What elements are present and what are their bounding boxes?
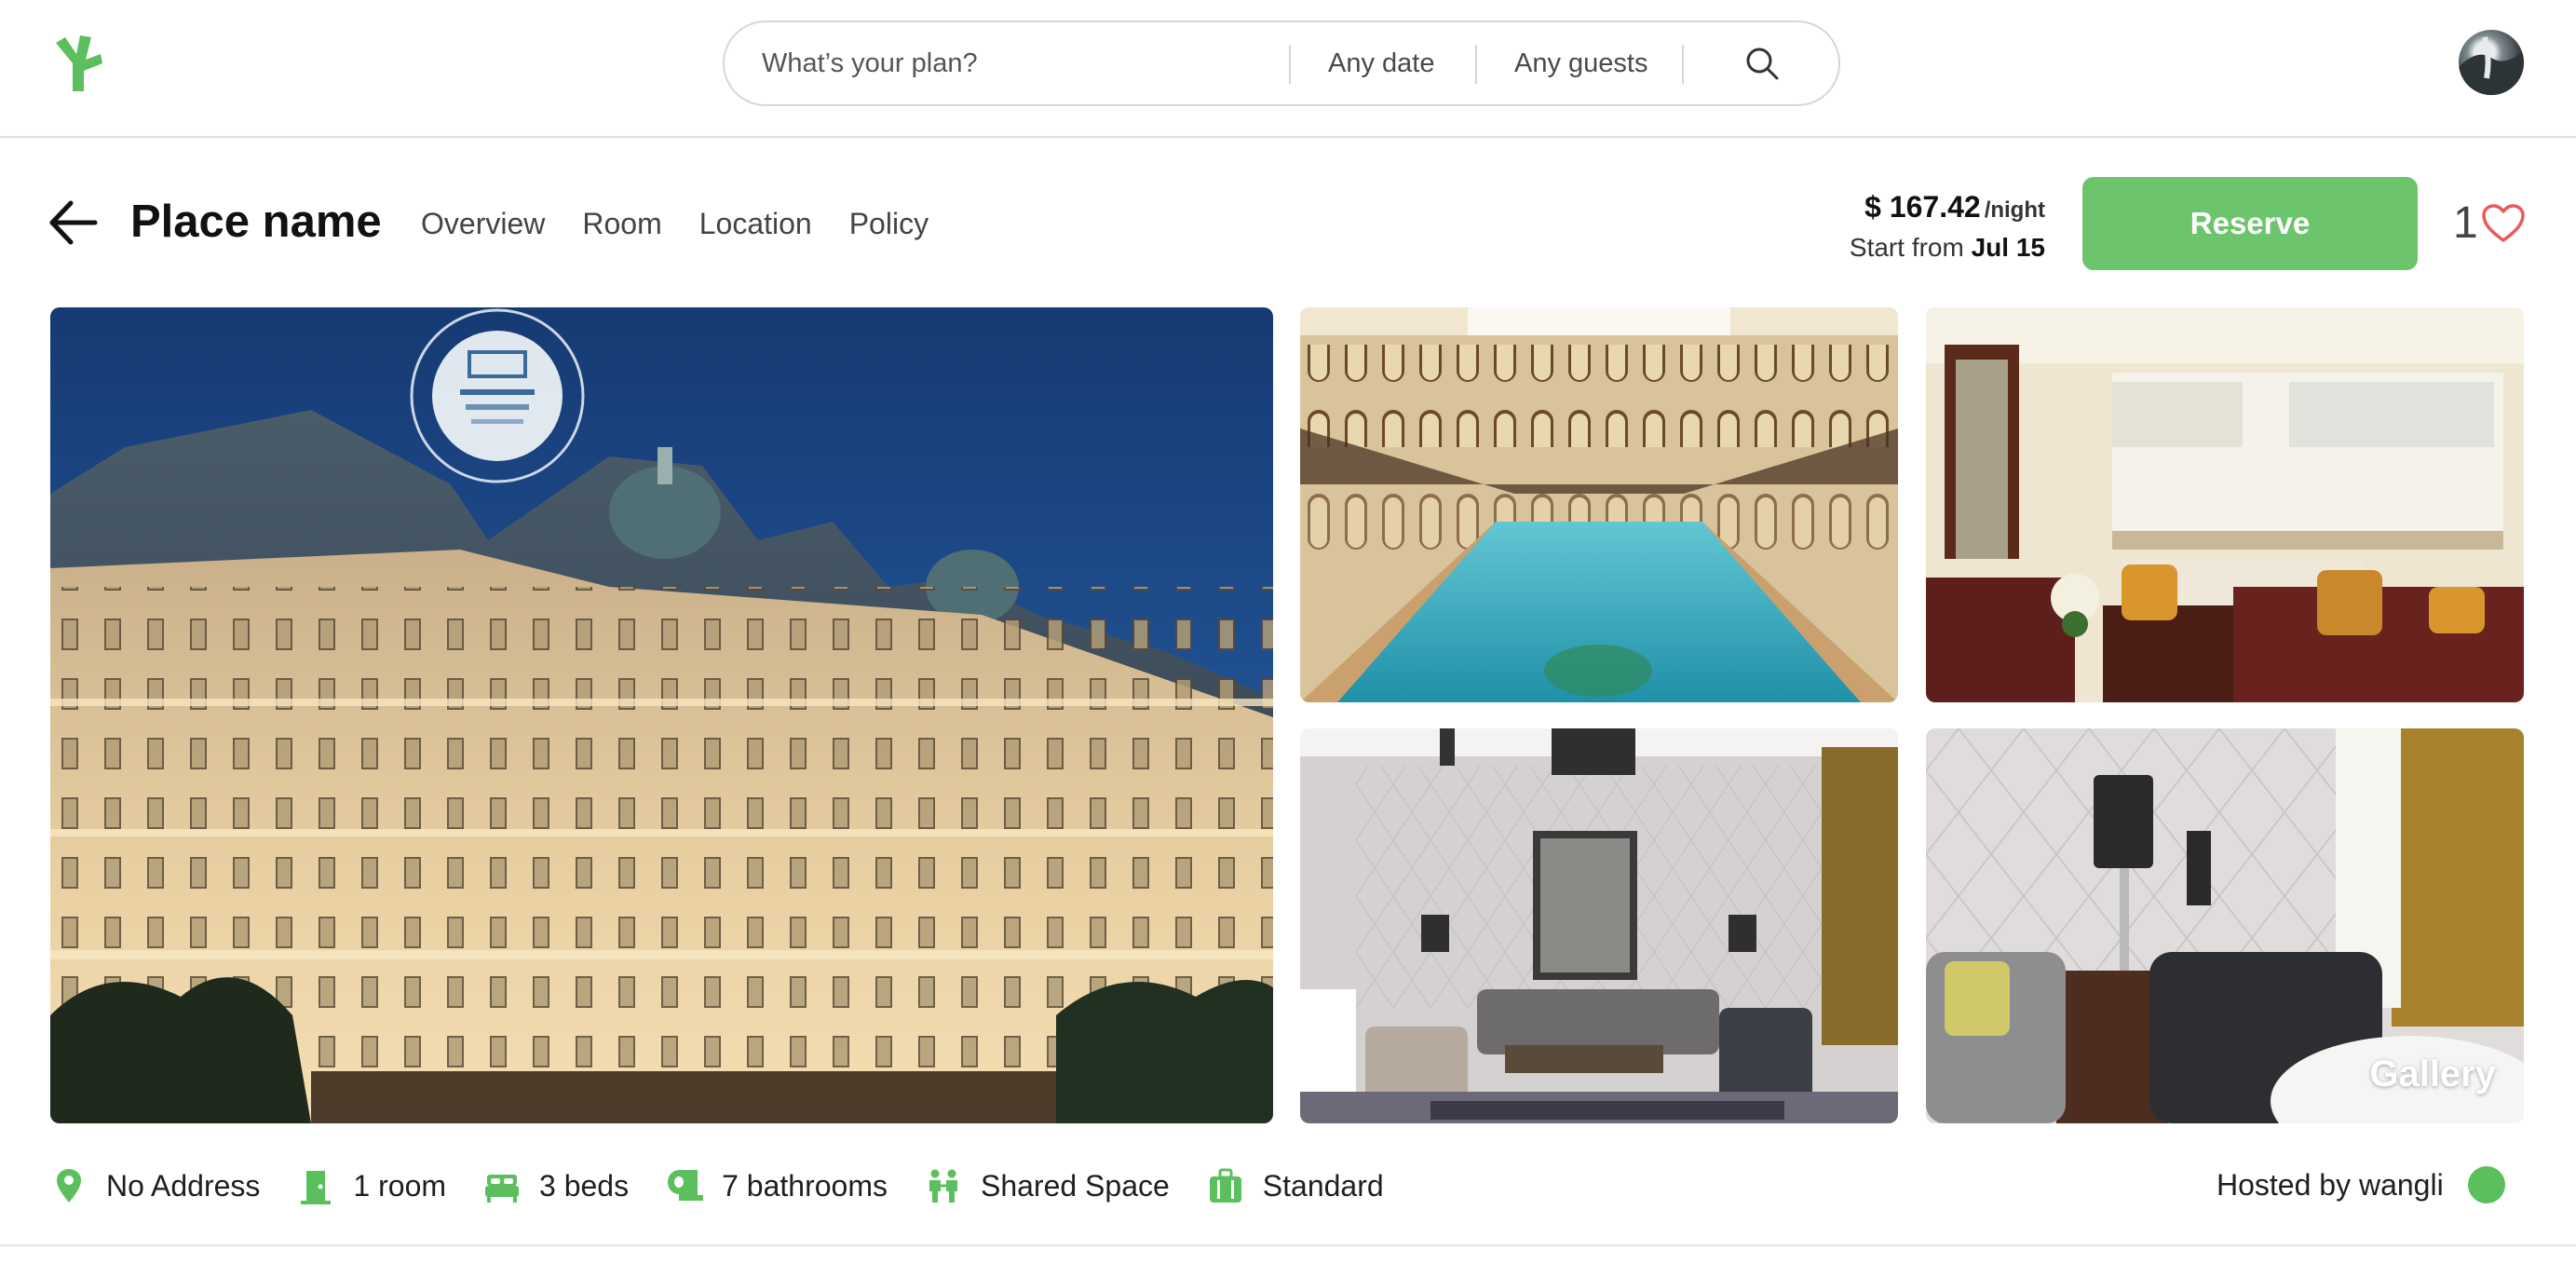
guests-picker[interactable]: Any guests [1514, 22, 1647, 104]
date-picker[interactable]: Any date [1328, 22, 1434, 104]
heart-icon[interactable] [2481, 203, 2526, 244]
hotel-exterior-image [50, 307, 1273, 1123]
search-icon[interactable] [1740, 41, 1786, 88]
amenity-bathrooms: 7 bathrooms [666, 1165, 888, 1206]
gallery-button[interactable]: Gallery [2369, 1054, 2496, 1095]
arrow-left-icon[interactable] [47, 199, 99, 246]
bed-icon [485, 1175, 520, 1203]
search-input[interactable]: What’s your plan? [762, 22, 978, 104]
tab-room[interactable]: Room [582, 203, 661, 244]
search-divider [1289, 45, 1291, 84]
briefcase-icon [1209, 1168, 1241, 1203]
page-title: Place name [130, 197, 382, 247]
host-info[interactable]: Hosted by wangli [2217, 1164, 2505, 1205]
price-unit: /night [1984, 197, 2045, 223]
amenity-beds: 3 beds [483, 1165, 629, 1206]
price-value: $ 167.42 [1864, 190, 1981, 224]
amenity-rooms: 1 room [297, 1165, 446, 1206]
photo-indoor-pool[interactable] [1300, 307, 1898, 702]
favorite-count: 1 [2453, 198, 2478, 248]
tab-overview[interactable]: Overview [421, 203, 545, 244]
indoor-pool-image [1300, 307, 1898, 702]
start-prefix: Start from [1849, 233, 1964, 262]
tab-policy[interactable]: Policy [849, 203, 929, 244]
amenity-address: No Address [50, 1165, 260, 1206]
price: $ 167.42/night [1797, 186, 2045, 231]
location-pin-icon [57, 1169, 81, 1203]
host-avatar[interactable] [2467, 1166, 2505, 1203]
kitchen-living-image [1926, 307, 2524, 702]
amenity-space: Shared Space [925, 1165, 1170, 1206]
search-divider [1682, 45, 1684, 84]
door-icon [301, 1171, 332, 1204]
photo-living-room[interactable] [1300, 728, 1898, 1123]
photo-hotel-exterior[interactable] [50, 307, 1273, 1123]
people-icon [929, 1169, 957, 1203]
user-avatar[interactable] [2459, 30, 2524, 95]
living-room-image [1300, 728, 1898, 1123]
photo-kitchen-living[interactable] [1926, 307, 2524, 702]
top-bar: What’s your plan? Any date Any guests [0, 0, 2576, 138]
leaf-sprout-icon[interactable] [52, 32, 104, 93]
reserve-button[interactable]: Reserve [2082, 177, 2418, 270]
amenity-label: No Address [106, 1169, 261, 1203]
amenity-label: Shared Space [980, 1169, 1170, 1203]
amenity-category: Standard [1207, 1165, 1384, 1206]
amenity-label: 3 beds [539, 1169, 630, 1203]
start-date-line: Start from Jul 15 [1797, 231, 2045, 265]
photo-lamp-chair[interactable]: Gallery [1926, 728, 2524, 1123]
price-block: $ 167.42/night Start from Jul 15 [1797, 186, 2045, 265]
amenity-label: 7 bathrooms [722, 1169, 888, 1203]
tab-location[interactable]: Location [699, 203, 812, 244]
amenities-row: No Address 1 room 3 beds 7 bathrooms Sha… [50, 1162, 1421, 1209]
section-tabs: Overview Room Location Policy [421, 203, 966, 244]
search-bar[interactable]: What’s your plan? Any date Any guests [723, 20, 1840, 106]
divider [0, 1244, 2576, 1246]
amenity-label: 1 room [353, 1169, 447, 1203]
amenity-label: Standard [1262, 1169, 1384, 1203]
toilet-paper-icon [668, 1170, 704, 1201]
host-label: Hosted by wangli [2217, 1168, 2444, 1202]
start-date: Jul 15 [1971, 233, 2045, 262]
search-divider [1475, 45, 1477, 84]
